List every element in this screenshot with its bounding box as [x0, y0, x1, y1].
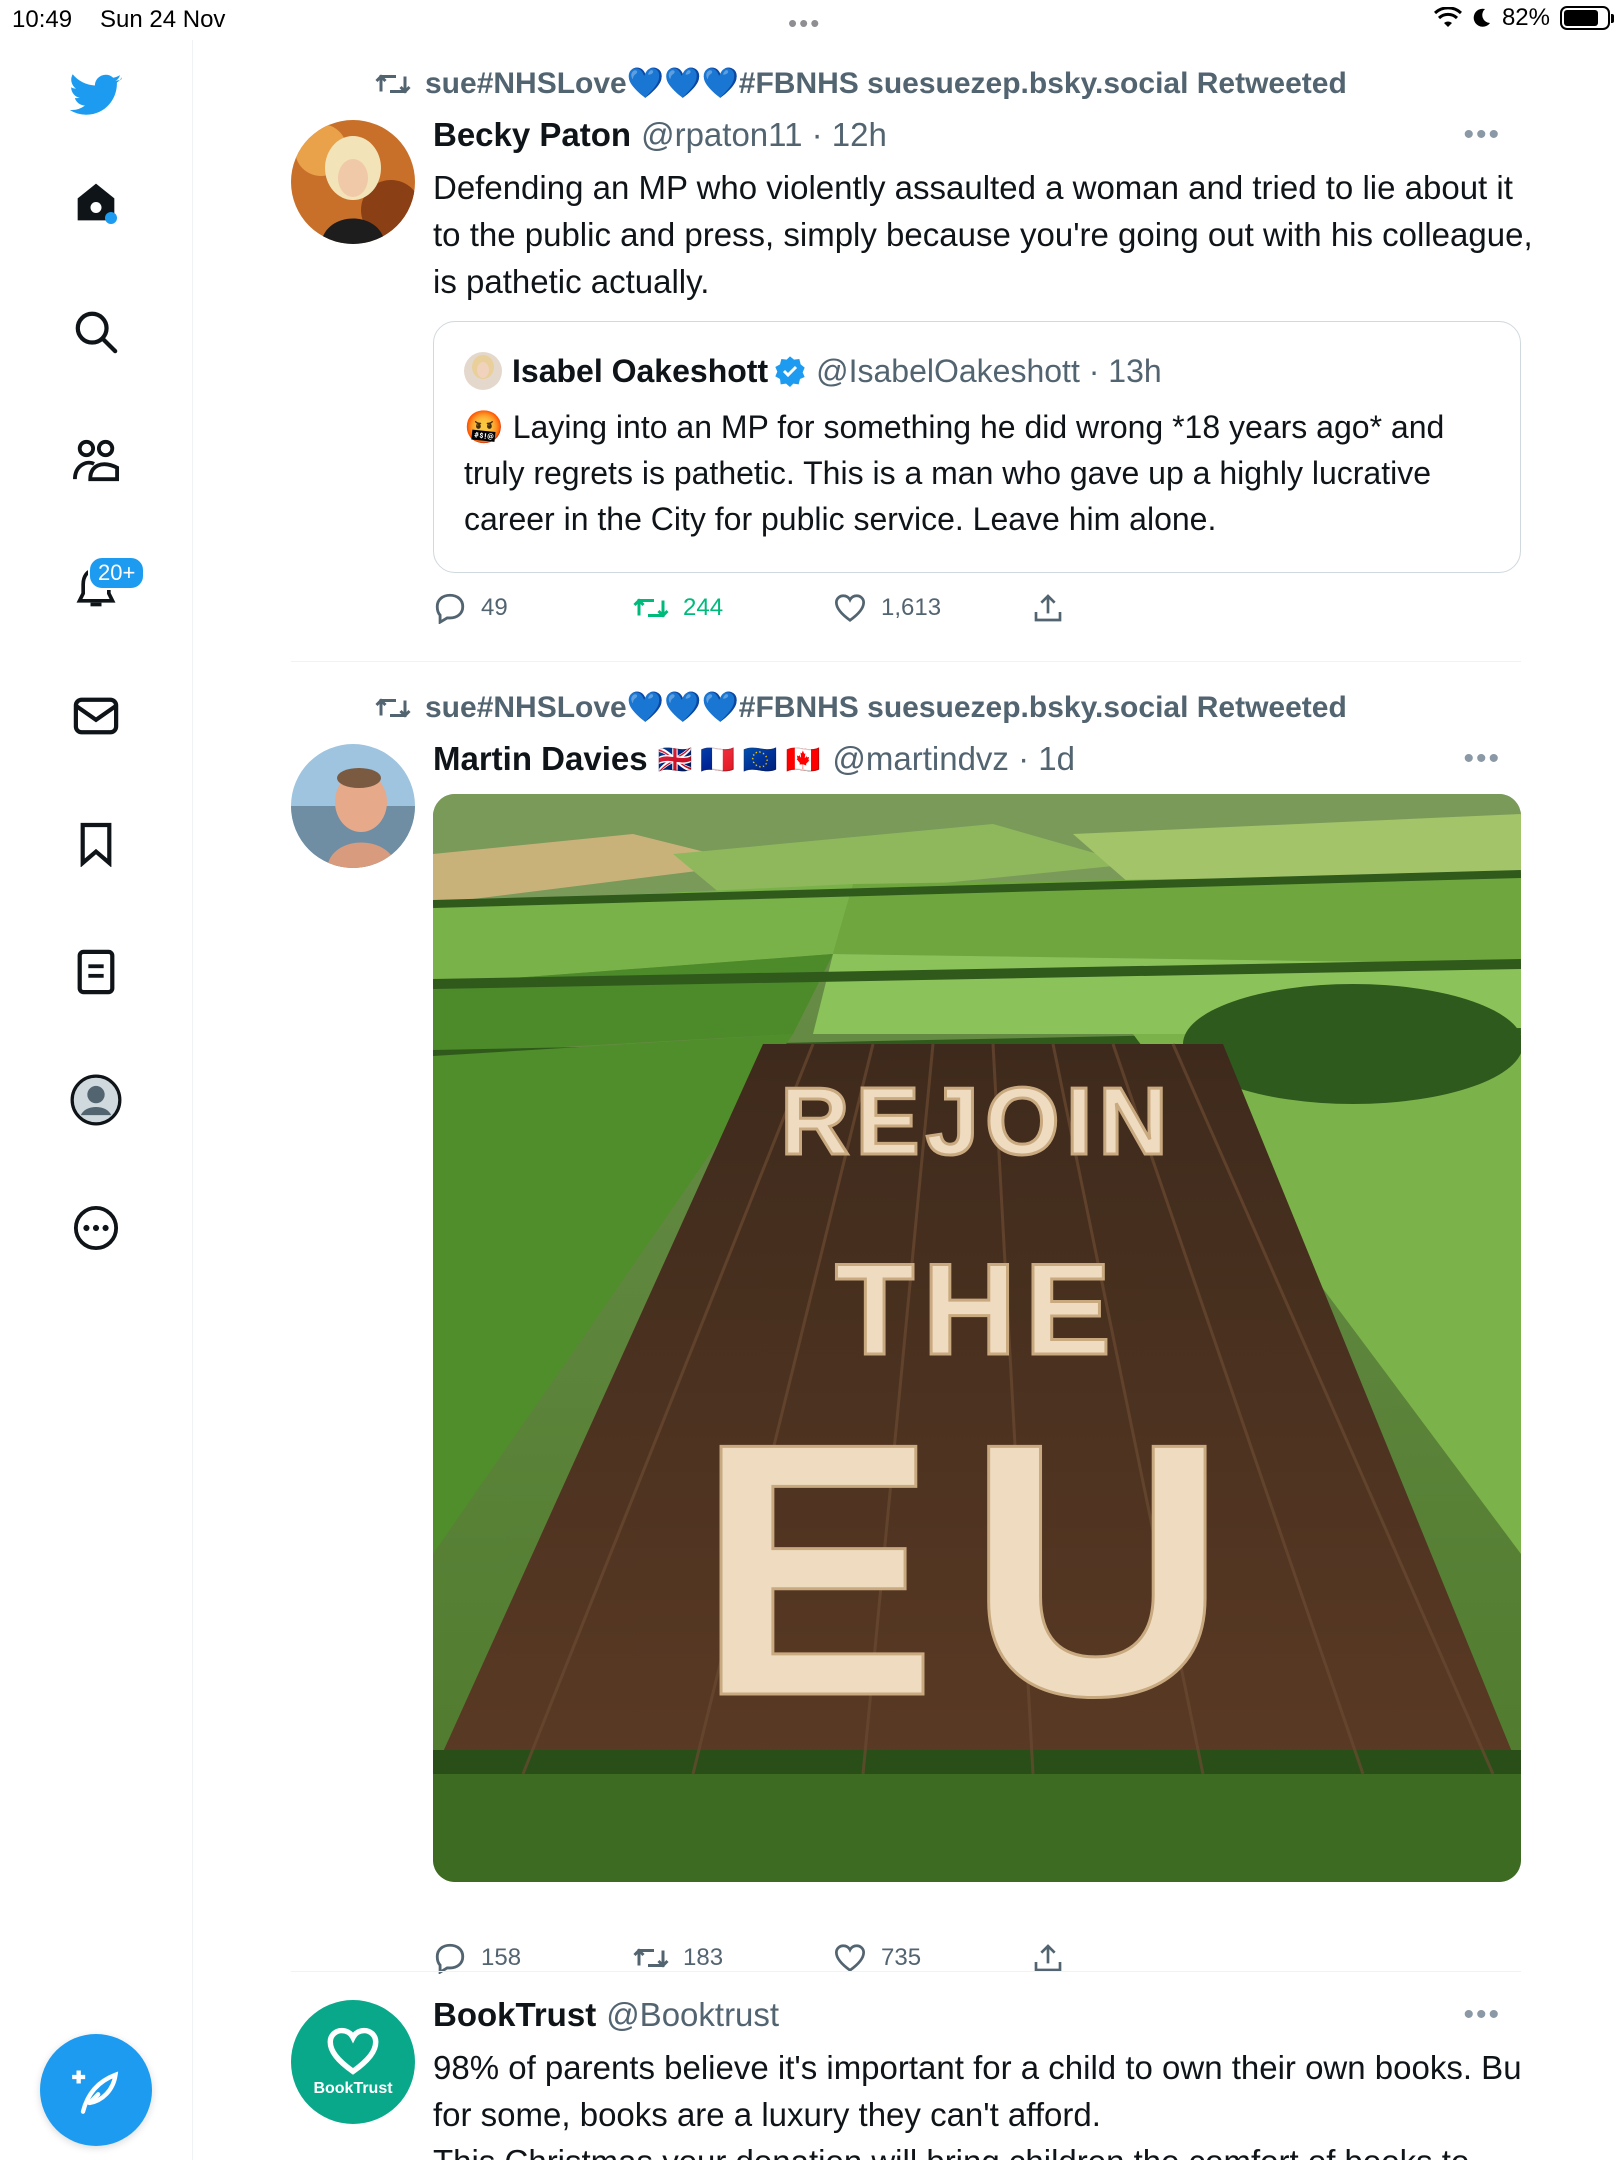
- status-time: 10:49: [12, 6, 73, 33]
- image-text-line-3: EU: [697, 1369, 1257, 1771]
- author-name[interactable]: BookTrust: [433, 1996, 596, 2034]
- retweet-button[interactable]: 244: [633, 592, 833, 624]
- more-options-icon[interactable]: •••: [1463, 1998, 1501, 2032]
- quoted-tweet[interactable]: Isabel Oakeshott @IsabelOakeshott · 13h …: [433, 321, 1521, 573]
- quoted-author-handle[interactable]: @IsabelOakeshott · 13h: [816, 353, 1162, 390]
- retweet-icon: [633, 1948, 669, 1968]
- search-icon[interactable]: [66, 302, 126, 362]
- timeline-feed: sue#NHSLove💙💙💙#FBNHS suesuezep.bsky.soci…: [193, 40, 1620, 2160]
- avatar[interactable]: [291, 744, 415, 868]
- rejoin-eu-field-image: REJOIN THE EU: [433, 794, 1521, 1882]
- tweet-text: Defending an MP who violently assaulted …: [433, 169, 1533, 300]
- moon-icon: [1473, 8, 1490, 27]
- author-handle[interactable]: @martindvz · 1d: [832, 740, 1075, 778]
- booktrust-avatar-label: BookTrust: [313, 2080, 393, 2097]
- reply-icon: [435, 593, 465, 624]
- tweet-header: Becky Paton @rpaton11 · 12h: [433, 116, 887, 154]
- battery-percent: 82%: [1501, 4, 1550, 31]
- like-count: 1,613: [881, 594, 942, 621]
- like-button[interactable]: 735: [833, 1942, 1033, 1974]
- compose-tweet-button[interactable]: [40, 2034, 152, 2146]
- messages-icon[interactable]: [66, 686, 126, 746]
- booktrust-heart-icon: [327, 2027, 379, 2075]
- home-icon[interactable]: [66, 172, 126, 232]
- tweet-actions: 49 244 1,613: [433, 592, 1233, 624]
- tweet-divider: [291, 1971, 1521, 1972]
- retweet-icon: [633, 598, 669, 618]
- author-flags: 🇬🇧 🇫🇷 🇪🇺 🇨🇦: [657, 743, 821, 775]
- status-bar: 10:49 Sun 24 Nov ••• 82%: [0, 0, 1620, 40]
- author-handle[interactable]: @rpaton11 · 12h: [641, 116, 887, 154]
- retweet-count: 244: [683, 594, 724, 621]
- share-button[interactable]: [1033, 1942, 1233, 1974]
- tweet[interactable]: sue#NHSLove💙💙💙#FBNHS suesuezep.bsky.soci…: [291, 40, 1533, 680]
- reply-icon: [435, 1943, 465, 1974]
- share-icon: [1034, 1944, 1062, 1972]
- more-options-icon[interactable]: •••: [1463, 742, 1501, 776]
- lists-icon[interactable]: [66, 942, 126, 1002]
- tweet-image[interactable]: REJOIN THE EU: [433, 794, 1521, 1882]
- image-text-line-1: REJOIN: [780, 1068, 1173, 1175]
- retweet-icon: [375, 73, 411, 94]
- reply-count: 158: [481, 1944, 522, 1971]
- tweet-divider: [291, 661, 1521, 662]
- retweet-button[interactable]: 183: [633, 1942, 833, 1974]
- home-unread-dot: [105, 212, 117, 224]
- quoted-tweet-header: Isabel Oakeshott @IsabelOakeshott · 13h: [464, 352, 1162, 390]
- wifi-icon: [1433, 7, 1462, 27]
- status-right: 82%: [1433, 4, 1614, 32]
- bookmarks-icon[interactable]: [66, 814, 126, 874]
- share-icon: [1034, 594, 1062, 622]
- quoted-tweet-text: 🤬 Laying into an MP for something he did…: [464, 409, 1445, 537]
- tweet[interactable]: sue#NHSLove💙💙💙#FBNHS suesuezep.bsky.soci…: [291, 664, 1521, 1980]
- verified-badge-icon: [775, 356, 805, 387]
- tweet[interactable]: BookTrust BookTrust @Booktrust ••• 98% o…: [291, 1974, 1521, 2160]
- retweet-context: sue#NHSLove💙💙💙#FBNHS suesuezep.bsky.soci…: [375, 690, 1347, 725]
- battery-fill: [1564, 10, 1599, 26]
- image-text-line-2: THE: [835, 1236, 1119, 1382]
- notification-badge: 20+: [88, 556, 146, 590]
- like-button[interactable]: 1,613: [833, 592, 1033, 624]
- status-date: Sun 24 Nov: [100, 6, 226, 33]
- avatar[interactable]: BookTrust: [291, 2000, 415, 2124]
- compose-feather-icon: [72, 2070, 119, 2114]
- tweet-header: BookTrust @Booktrust: [433, 1996, 779, 2034]
- sidebar-nav: 20+: [0, 40, 193, 2160]
- retweet-icon: [375, 697, 411, 718]
- communities-icon[interactable]: [66, 430, 126, 490]
- tweet-text-continued: This Christmas your donation will bring …: [433, 2138, 1521, 2160]
- reply-button[interactable]: 49: [433, 592, 633, 624]
- retweeted-by-text[interactable]: sue#NHSLove💙💙💙#FBNHS suesuezep.bsky.soci…: [425, 690, 1347, 725]
- tweet-text: 98% of parents believe it's important fo…: [433, 2049, 1521, 2133]
- author-name[interactable]: Becky Paton: [433, 116, 631, 154]
- profile-icon[interactable]: [66, 1070, 126, 1130]
- tweet-header: Martin Davies 🇬🇧 🇫🇷 🇪🇺 🇨🇦 @martindvz · 1…: [433, 740, 1075, 778]
- more-options-icon[interactable]: •••: [1463, 118, 1501, 152]
- quoted-author-name[interactable]: Isabel Oakeshott: [512, 353, 768, 390]
- author-name[interactable]: Martin Davies: [433, 740, 648, 778]
- author-handle[interactable]: @Booktrust: [606, 1996, 779, 2034]
- retweet-count: 183: [683, 1944, 724, 1971]
- share-button[interactable]: [1033, 592, 1233, 624]
- battery-icon: [1560, 6, 1614, 30]
- reply-button[interactable]: 158: [433, 1942, 633, 1974]
- heart-icon: [834, 1944, 866, 1972]
- reply-count: 49: [481, 594, 508, 621]
- retweet-context: sue#NHSLove💙💙💙#FBNHS suesuezep.bsky.soci…: [375, 66, 1347, 101]
- avatar[interactable]: [291, 120, 415, 244]
- like-count: 735: [881, 1944, 922, 1971]
- tweet-actions: 158 183 735: [433, 1942, 1233, 1974]
- retweeted-by-text[interactable]: sue#NHSLove💙💙💙#FBNHS suesuezep.bsky.soci…: [425, 66, 1347, 101]
- more-icon[interactable]: [66, 1198, 126, 1258]
- multitasking-dots-icon[interactable]: •••: [788, 8, 821, 39]
- heart-icon: [834, 594, 866, 622]
- twitter-logo-icon[interactable]: [66, 66, 126, 126]
- quoted-avatar[interactable]: [464, 352, 502, 390]
